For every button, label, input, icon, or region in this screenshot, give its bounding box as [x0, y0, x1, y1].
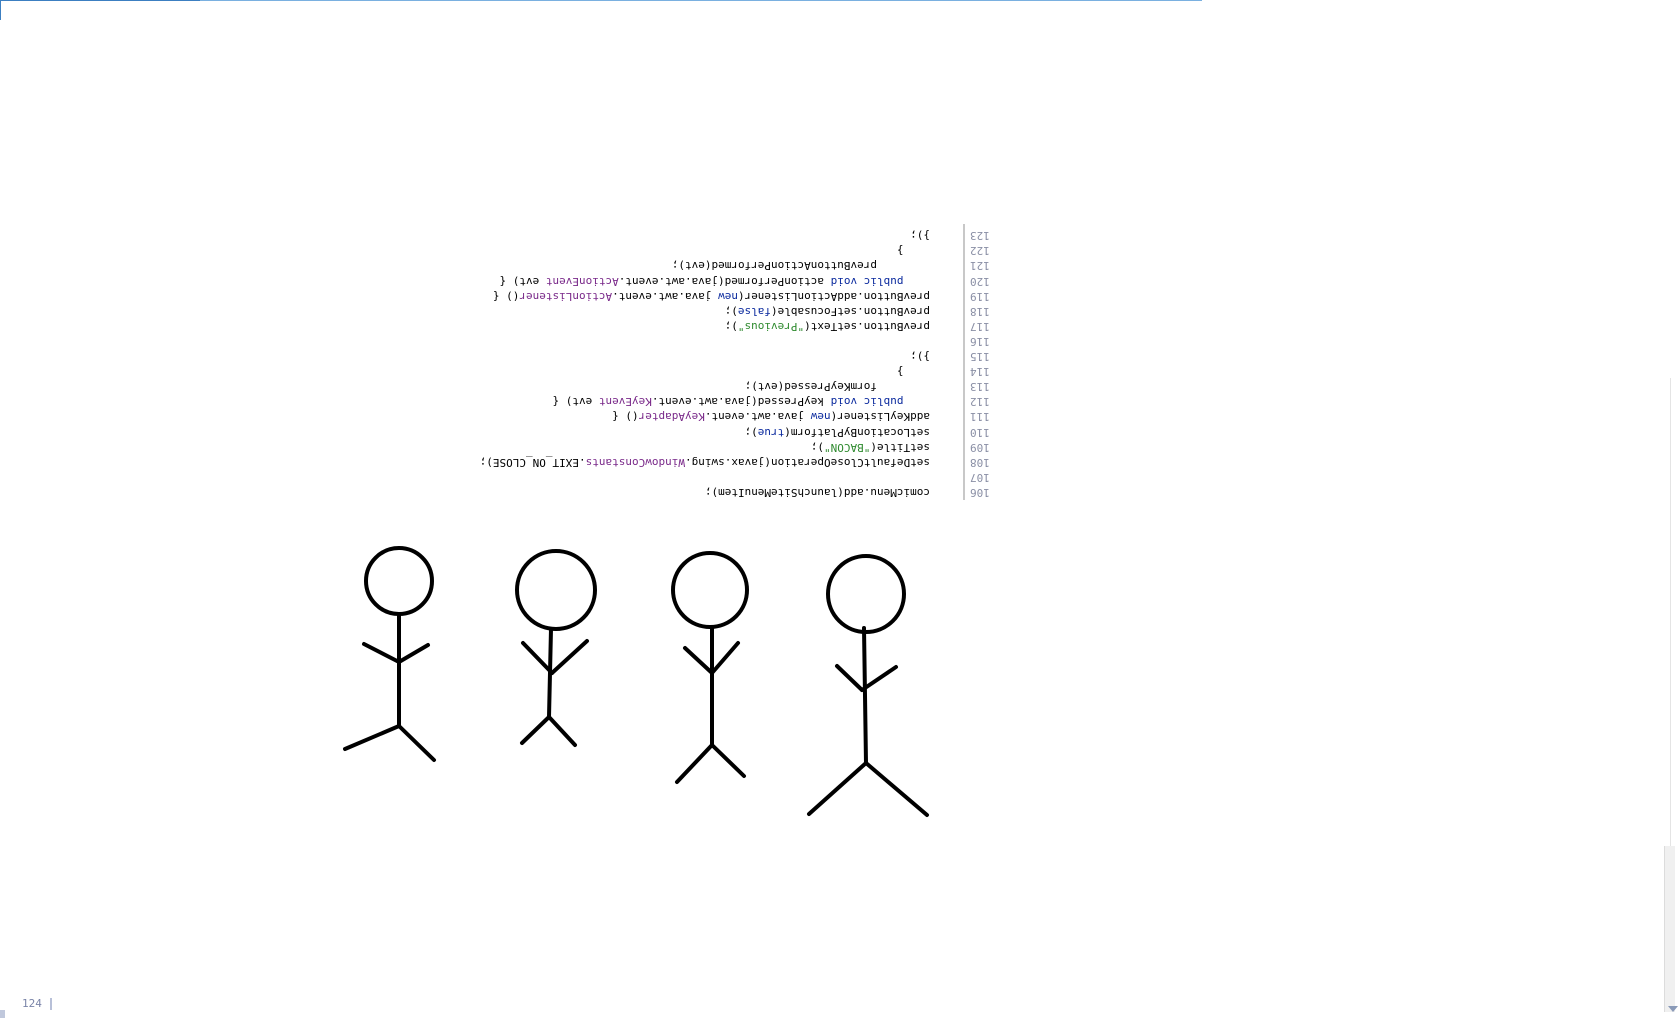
scroll-down-arrow-icon[interactable]	[1668, 1006, 1678, 1012]
resize-corner-left	[0, 1010, 5, 1018]
stick-figure-4	[807, 554, 929, 817]
left-arm	[683, 646, 714, 675]
stick-figure-1	[343, 546, 436, 762]
left-arm	[835, 664, 864, 692]
head	[515, 549, 597, 631]
right-arm	[397, 643, 430, 664]
head	[826, 554, 906, 634]
head	[671, 551, 749, 629]
status-caret	[50, 998, 52, 1010]
left-leg	[807, 761, 868, 816]
body	[862, 626, 868, 765]
scrollbar-thumb[interactable]	[1664, 846, 1675, 1012]
right-leg	[710, 743, 746, 778]
stick-figure-2	[515, 549, 597, 747]
stick-figures-drawing	[343, 546, 929, 817]
left-leg	[520, 715, 551, 745]
right-leg	[397, 724, 436, 762]
left-leg	[675, 743, 714, 784]
right-arm	[550, 639, 589, 675]
right-arm	[710, 641, 740, 675]
status-line-number: 124	[22, 997, 42, 1010]
right-arm	[860, 665, 898, 692]
right-leg	[547, 715, 577, 747]
right-leg	[864, 761, 929, 817]
scrollbar-track[interactable]	[1670, 378, 1671, 846]
head	[364, 546, 434, 616]
left-leg	[343, 724, 401, 751]
stick-figure-3	[671, 551, 749, 784]
left-arm	[521, 641, 554, 675]
left-arm	[362, 642, 401, 664]
